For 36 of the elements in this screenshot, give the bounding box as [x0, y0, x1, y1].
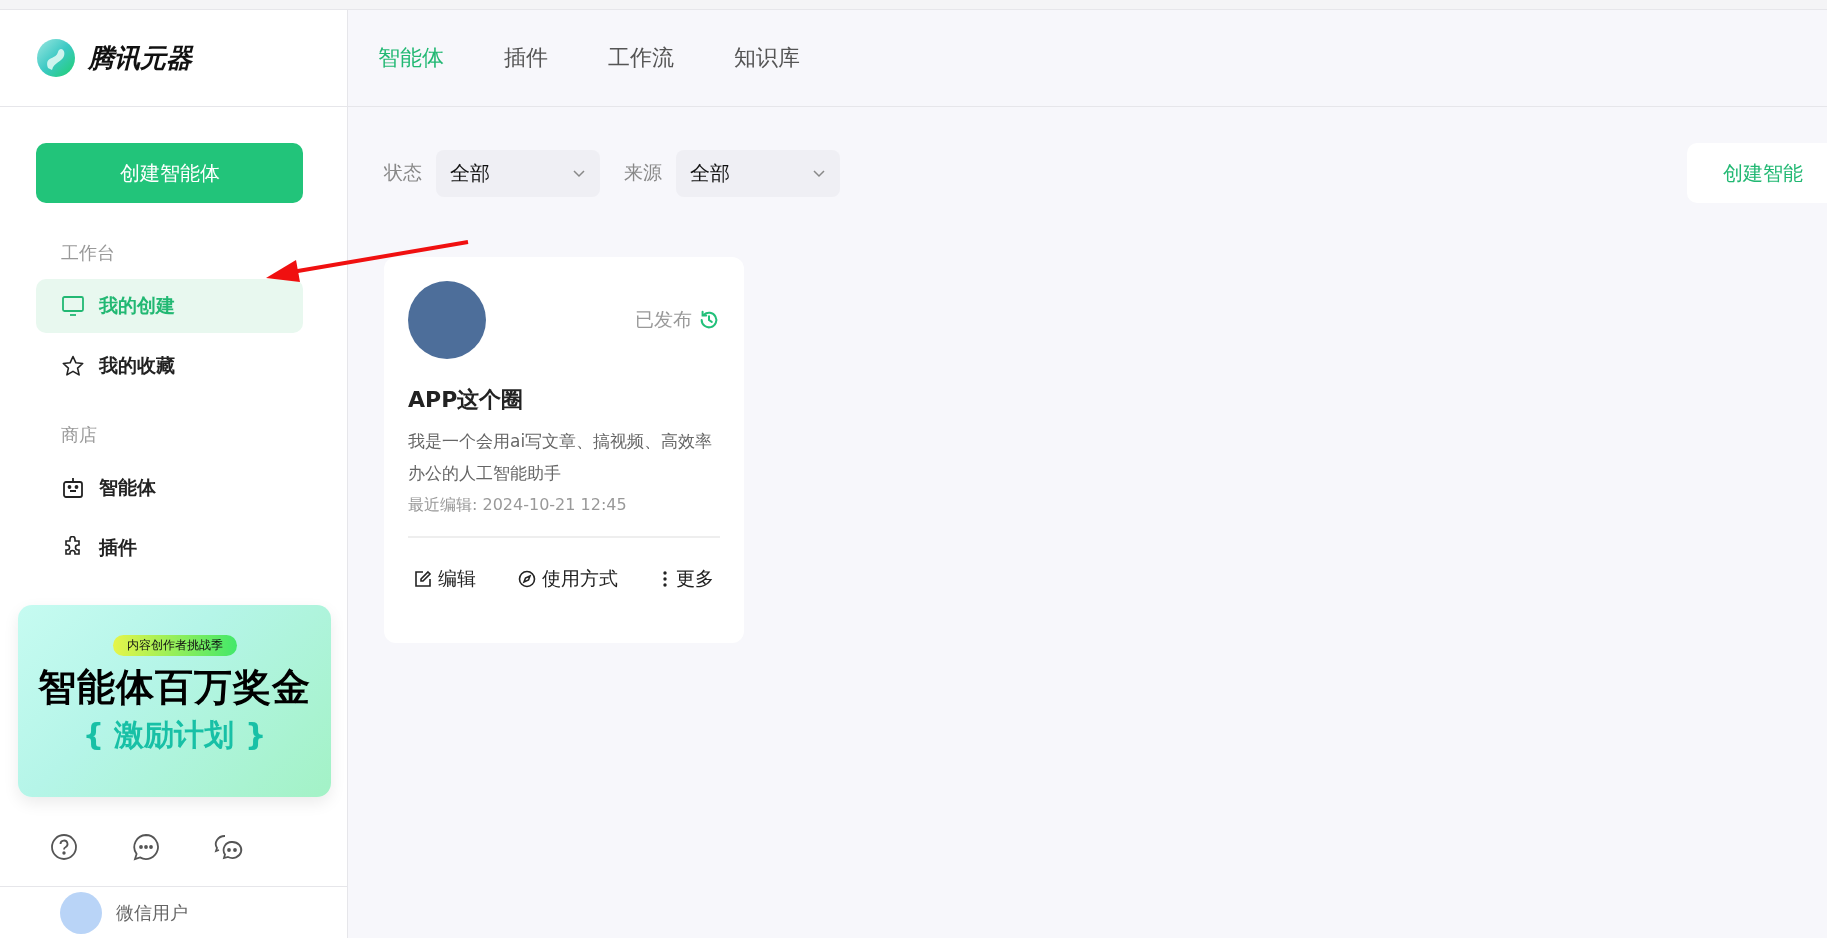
star-icon: [61, 354, 85, 378]
edit-time: 最近编辑: 2024-10-21 12:45: [408, 495, 628, 516]
banner-subline: { 激励计划 }: [82, 716, 267, 754]
edit-icon: [414, 570, 432, 588]
agent-card[interactable]: 已发布 APP这个圈 我是一个会用ai写文章、搞视频、高效率办公的人工智能助手 最近编辑: 2024-10-21 12:45 编辑 使用方式 更多: [384, 257, 744, 643]
banner-tag: 内容创作者挑战季: [112, 635, 237, 656]
status-label: 已发布: [635, 307, 692, 332]
brand-name: 腾讯元器: [88, 41, 192, 75]
robot-icon: [61, 476, 85, 500]
chat-icon[interactable]: [132, 833, 160, 861]
filter-dropdown[interactable]: 全部: [436, 149, 600, 197]
tab[interactable]: 工作流: [608, 43, 674, 73]
tab[interactable]: 知识库: [734, 43, 800, 73]
card-title: APP这个圈: [408, 386, 525, 414]
more-icon: [660, 570, 670, 588]
tab[interactable]: 插件: [504, 43, 548, 73]
sidebar-item[interactable]: 我的收藏: [36, 339, 303, 393]
section-title: 商店: [60, 423, 98, 447]
section-title: 工作台: [60, 241, 116, 265]
promo-banner[interactable]: 内容创作者挑战季 智能体百万奖金 { 激励计划 }: [18, 605, 331, 797]
filter-dropdown[interactable]: 全部: [676, 149, 840, 197]
compass-icon: [518, 570, 536, 588]
monitor-icon: [61, 294, 85, 318]
two-bubbles-icon[interactable]: [214, 833, 244, 861]
card-action[interactable]: 更多: [654, 564, 720, 594]
filter-label: 来源: [624, 160, 662, 185]
logo-icon: [36, 38, 76, 78]
filter-label: 状态: [384, 160, 422, 185]
card-description: 我是一个会用ai写文章、搞视频、高效率办公的人工智能助手: [408, 430, 714, 485]
sidebar-item[interactable]: 插件: [36, 521, 303, 575]
help-icon[interactable]: [50, 833, 78, 861]
sidebar-item[interactable]: 智能体: [36, 461, 303, 515]
user-name: 微信用户: [116, 901, 188, 925]
banner-headline: 智能体百万奖金: [38, 664, 311, 711]
card-action[interactable]: 编辑: [408, 564, 482, 594]
card-action[interactable]: 使用方式: [512, 564, 624, 594]
